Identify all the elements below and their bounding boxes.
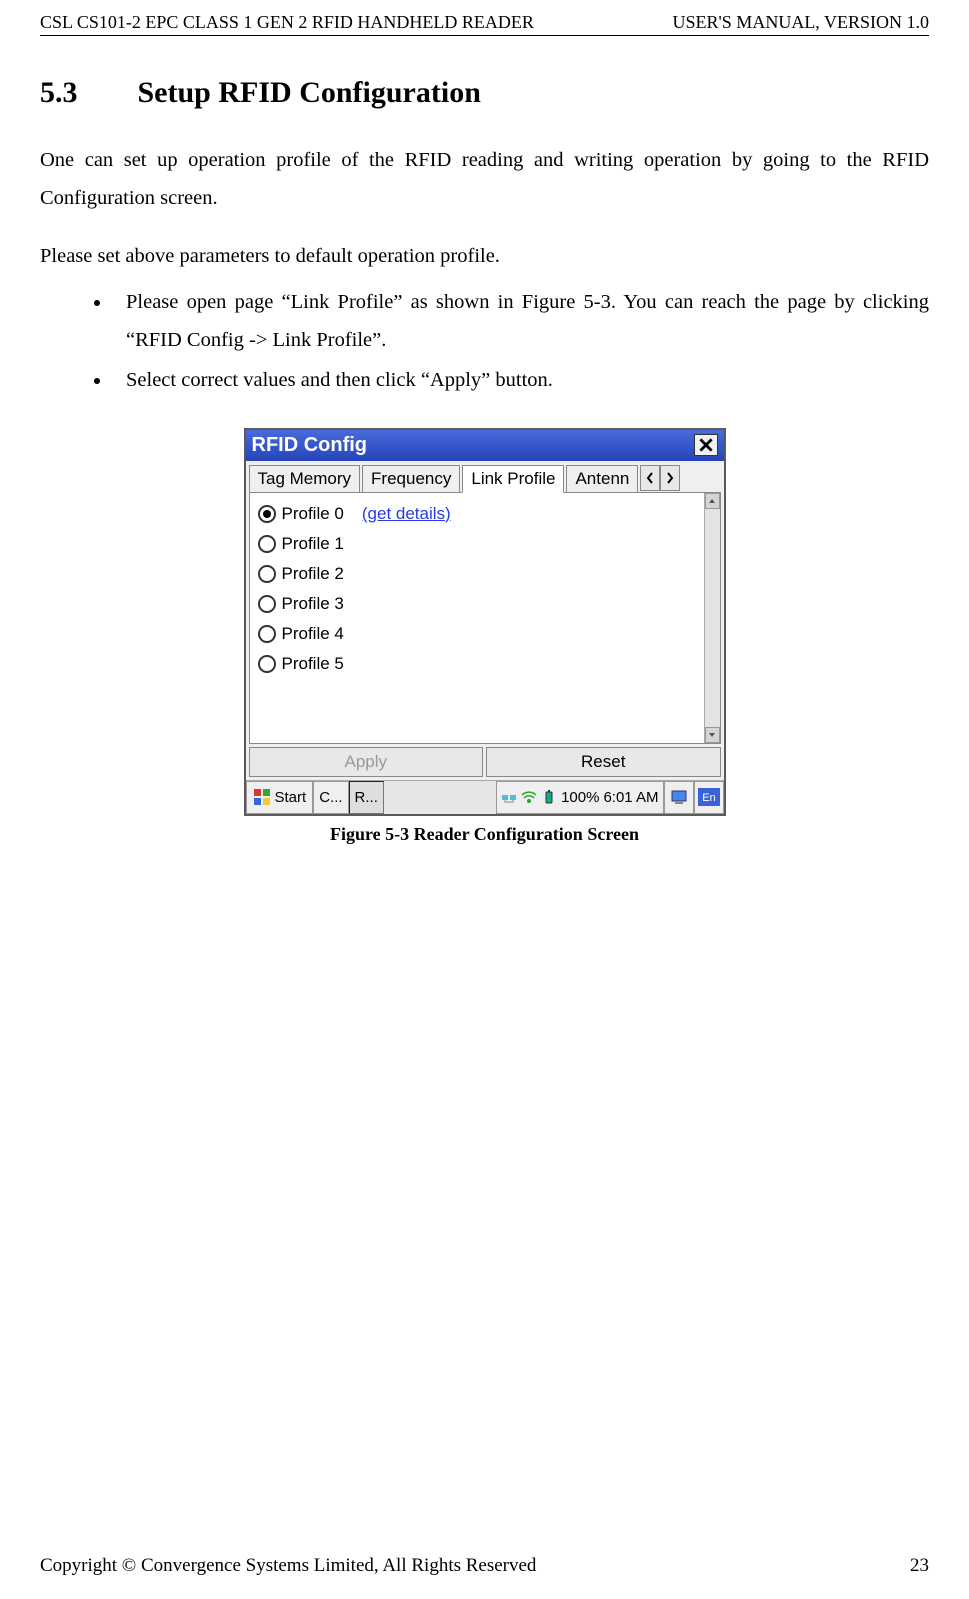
rfid-config-window: RFID Config Tag Memory Frequency Link Pr… bbox=[244, 428, 726, 816]
figure-caption: Figure 5-3 Reader Configuration Screen bbox=[40, 824, 929, 845]
system-tray[interactable]: 100% 6:01 AM bbox=[496, 781, 663, 814]
radio-profile-4[interactable]: Profile 4 bbox=[258, 619, 712, 649]
network-icon bbox=[501, 789, 517, 805]
clock-time: 6:01 AM bbox=[603, 789, 658, 806]
instruction-paragraph: Please set above parameters to default o… bbox=[40, 238, 929, 276]
close-button[interactable] bbox=[694, 434, 718, 456]
section-number: 5.3 bbox=[40, 76, 130, 110]
tab-tag-memory[interactable]: Tag Memory bbox=[249, 465, 361, 492]
windows-flag-icon bbox=[253, 788, 271, 806]
section-title: Setup RFID Configuration bbox=[138, 76, 481, 109]
page-number: 23 bbox=[910, 1555, 929, 1577]
scroll-down-icon bbox=[705, 727, 720, 743]
svg-text:En: En bbox=[702, 792, 715, 804]
tab-scroll-right[interactable] bbox=[660, 465, 680, 491]
close-icon bbox=[699, 438, 713, 452]
taskbar: Start C... R... 100% 6:01 AM En bbox=[246, 780, 724, 814]
radio-icon bbox=[258, 565, 276, 583]
radio-profile-2[interactable]: Profile 2 bbox=[258, 559, 712, 589]
lang-button[interactable]: En bbox=[694, 781, 724, 814]
radio-label: Profile 4 bbox=[282, 624, 344, 644]
taskbar-item[interactable]: C... bbox=[313, 781, 348, 814]
tab-frequency[interactable]: Frequency bbox=[362, 465, 460, 492]
figure-container: RFID Config Tag Memory Frequency Link Pr… bbox=[40, 428, 929, 845]
intro-paragraph: One can set up operation profile of the … bbox=[40, 142, 929, 218]
tab-row: Tag Memory Frequency Link Profile Antenn bbox=[246, 461, 724, 492]
window-titlebar: RFID Config bbox=[246, 430, 724, 461]
battery-percent: 100% bbox=[561, 789, 599, 806]
radio-label: Profile 3 bbox=[282, 594, 344, 614]
desktop-button[interactable] bbox=[664, 781, 694, 814]
scroll-up-icon bbox=[705, 493, 720, 509]
radio-icon bbox=[258, 625, 276, 643]
radio-icon bbox=[258, 655, 276, 673]
tab-antenna[interactable]: Antenn bbox=[566, 465, 638, 492]
radio-icon bbox=[258, 535, 276, 553]
start-button[interactable]: Start bbox=[246, 781, 314, 814]
button-row: Apply Reset bbox=[249, 747, 721, 777]
tray-buttons: En bbox=[664, 781, 724, 814]
reset-button[interactable]: Reset bbox=[486, 747, 721, 777]
header-right: USER'S MANUAL, VERSION 1.0 bbox=[673, 12, 929, 33]
radio-profile-1[interactable]: Profile 1 bbox=[258, 529, 712, 559]
copyright-text: Copyright © Convergence Systems Limited,… bbox=[40, 1555, 536, 1577]
page-header: CSL CS101-2 EPC CLASS 1 GEN 2 RFID HANDH… bbox=[40, 0, 929, 36]
desktop-icon bbox=[670, 788, 688, 806]
bullet-item: Select correct values and then click “Ap… bbox=[112, 362, 929, 400]
radio-profile-5[interactable]: Profile 5 bbox=[258, 649, 712, 679]
radio-profile-3[interactable]: Profile 3 bbox=[258, 589, 712, 619]
bullet-list: Please open page “Link Profile” as shown… bbox=[40, 284, 929, 400]
tab-content: Profile 0 (get details) Profile 1 Profil… bbox=[249, 492, 721, 744]
vertical-scrollbar[interactable] bbox=[704, 493, 720, 743]
radio-icon bbox=[258, 595, 276, 613]
tab-link-profile[interactable]: Link Profile bbox=[462, 465, 564, 493]
taskbar-item[interactable]: R... bbox=[349, 781, 384, 814]
radio-label: Profile 5 bbox=[282, 654, 344, 674]
radio-icon bbox=[258, 505, 276, 523]
radio-label: Profile 1 bbox=[282, 534, 344, 554]
chevron-left-icon bbox=[646, 472, 654, 484]
header-left: CSL CS101-2 EPC CLASS 1 GEN 2 RFID HANDH… bbox=[40, 12, 534, 33]
section-heading: 5.3 Setup RFID Configuration bbox=[40, 76, 929, 110]
radio-label: Profile 0 bbox=[282, 504, 344, 524]
chevron-right-icon bbox=[666, 472, 674, 484]
radio-profile-0[interactable]: Profile 0 (get details) bbox=[258, 499, 712, 529]
wifi-icon bbox=[521, 789, 537, 805]
start-label: Start bbox=[275, 789, 307, 806]
get-details-link[interactable]: (get details) bbox=[362, 504, 451, 524]
bullet-item: Please open page “Link Profile” as shown… bbox=[112, 284, 929, 360]
radio-label: Profile 2 bbox=[282, 564, 344, 584]
apply-button[interactable]: Apply bbox=[249, 747, 484, 777]
battery-icon bbox=[541, 789, 557, 805]
tab-scroll-left[interactable] bbox=[640, 465, 660, 491]
window-title: RFID Config bbox=[252, 434, 368, 457]
page-footer: Copyright © Convergence Systems Limited,… bbox=[40, 1555, 929, 1577]
lang-icon: En bbox=[698, 788, 720, 806]
